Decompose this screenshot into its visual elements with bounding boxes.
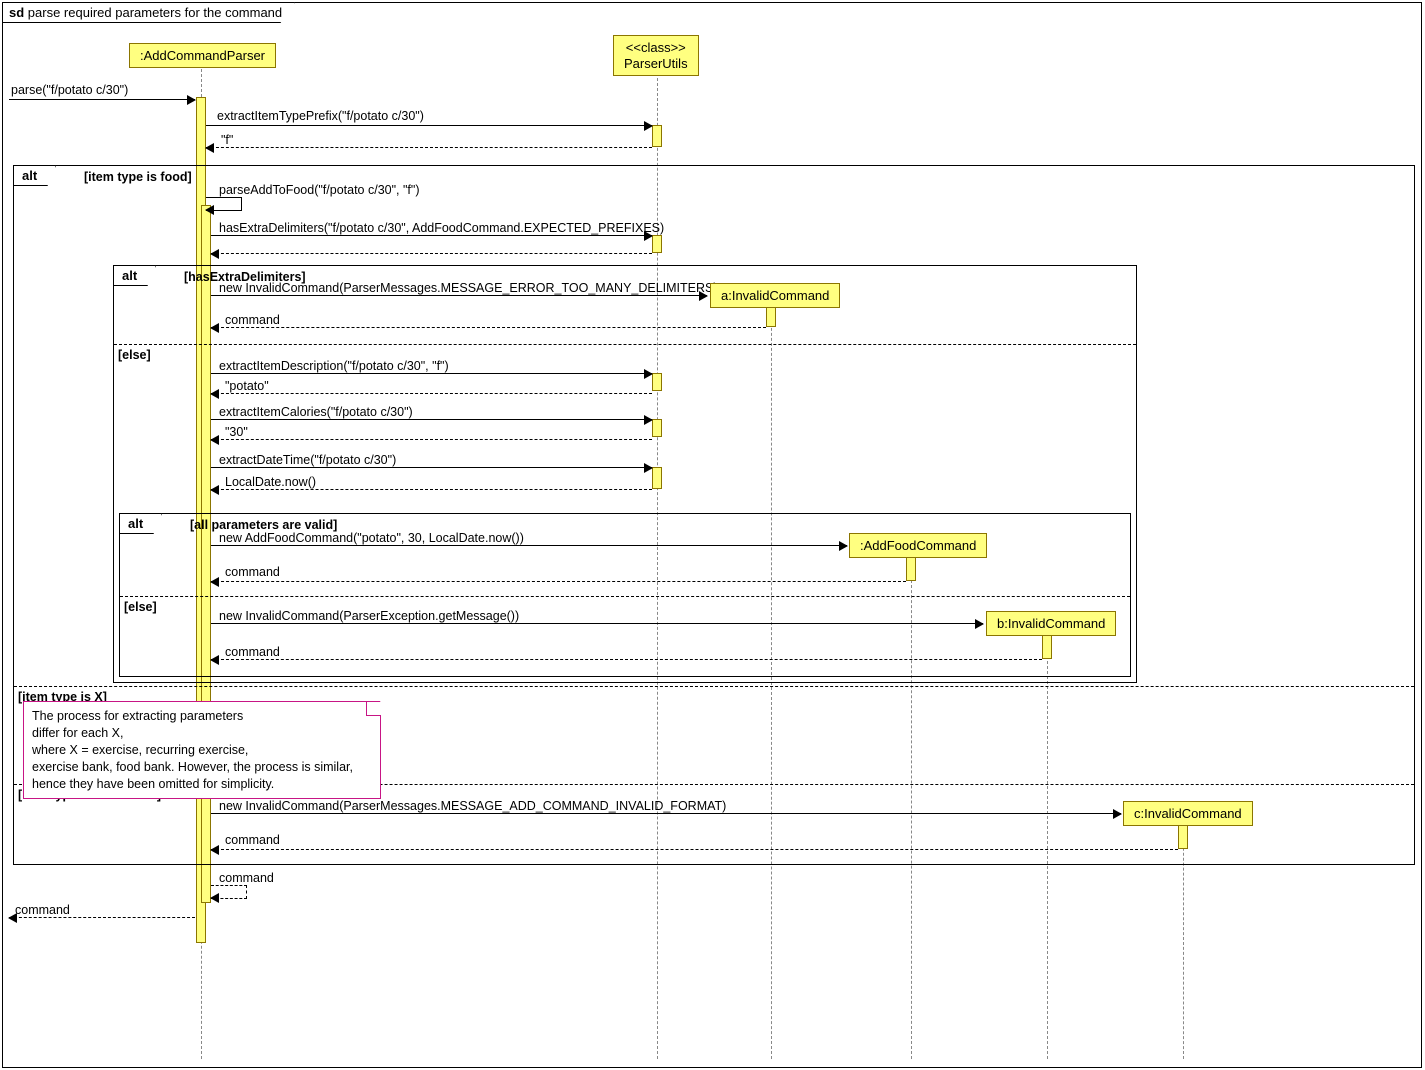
arrow-extract-prefix	[206, 125, 652, 126]
lifeline-add-command-parser: :AddCommandParser	[129, 43, 276, 68]
lifeline-dash-a	[771, 303, 772, 1059]
activation-utils-5	[652, 467, 662, 489]
activation-utils-1	[652, 125, 662, 147]
msg-extract-cal: extractItemCalories("f/potato c/30")	[219, 405, 413, 419]
msg-parse-add-food: parseAddToFood("f/potato c/30", "f")	[219, 183, 420, 197]
arrow-command-out	[9, 917, 195, 918]
msg-new-invalid-b: new InvalidCommand(ParserException.getMe…	[219, 609, 519, 623]
msg-command-c: command	[225, 833, 280, 847]
activation-utils-2	[652, 235, 662, 253]
msg-new-invalid-a: new InvalidCommand(ParserMessages.MESSAG…	[219, 281, 718, 295]
arrow-has-extra	[211, 235, 652, 236]
arrow-new-invalid-b	[211, 623, 983, 624]
msg-command-a: command	[225, 313, 280, 327]
lifeline-dash-c	[1183, 823, 1184, 1059]
arrow-parse	[9, 99, 195, 100]
arrow-command-c	[211, 849, 1178, 850]
alt-sep-outer-1	[14, 686, 1414, 687]
guard-else-2: [else]	[124, 600, 157, 614]
frame-title: parse required parameters for the comman…	[28, 5, 282, 20]
arrow-new-afc	[211, 545, 847, 546]
lifeline-add-food-command: :AddFoodCommand	[849, 533, 987, 558]
arrow-command-a	[211, 327, 766, 328]
msg-has-extra: hasExtraDelimiters("f/potato c/30", AddF…	[219, 221, 664, 235]
msg-command-afc: command	[225, 565, 280, 579]
alt-label-params: alt	[119, 513, 162, 534]
lifeline-a-invalid: a:InvalidCommand	[710, 283, 840, 308]
arrow-30	[211, 439, 652, 440]
frame-label: sd parse required parameters for the com…	[2, 2, 295, 23]
msg-command-b: command	[225, 645, 280, 659]
msg-parse: parse("f/potato c/30")	[11, 83, 128, 97]
alt-label-outer: alt	[13, 165, 56, 186]
lifeline-c-invalid: c:InvalidCommand	[1123, 801, 1253, 826]
activation-afc	[906, 557, 916, 581]
activation-b	[1042, 635, 1052, 659]
activation-utils-3	[652, 373, 662, 391]
alt-sep-params	[120, 596, 1130, 597]
lifeline-dash-afc	[911, 555, 912, 1059]
self-call-parse-add-food	[206, 197, 242, 211]
activation-utils-4	[652, 419, 662, 437]
frame-keyword: sd	[9, 5, 24, 20]
arrow-new-invalid-a	[211, 295, 707, 296]
msg-extract-prefix: extractItemTypePrefix("f/potato c/30")	[217, 109, 424, 123]
msg-command-out: command	[15, 903, 70, 917]
arrow-command-b	[211, 659, 1042, 660]
arrow-potato	[211, 393, 652, 394]
arrow-has-extra-ret	[211, 253, 652, 254]
arrow-extract-cal	[211, 419, 652, 420]
arrow-new-invalid-c	[211, 813, 1121, 814]
activation-c	[1178, 825, 1188, 849]
alt-sep-inner-1	[114, 344, 1136, 345]
guard-item-food: [item type is food]	[84, 170, 192, 184]
msg-potato: "potato"	[225, 379, 269, 393]
msg-localdate: LocalDate.now()	[225, 475, 316, 489]
lifeline-parser-utils: <<class>> ParserUtils	[613, 35, 699, 76]
arrow-localdate	[211, 489, 652, 490]
guard-params-valid: [all parameters are valid]	[190, 518, 337, 532]
arrow-return-f	[206, 147, 652, 148]
msg-command-self: command	[219, 871, 274, 885]
self-return-command	[211, 885, 247, 899]
activation-a	[766, 307, 776, 327]
arrow-extract-dt	[211, 467, 652, 468]
lifeline-dash-b	[1047, 631, 1048, 1059]
msg-30: "30"	[225, 425, 248, 439]
diagram-note: The process for extracting parameters di…	[23, 701, 381, 799]
arrow-extract-desc	[211, 373, 652, 374]
sequence-diagram-frame: sd parse required parameters for the com…	[2, 2, 1422, 1068]
guard-else-1: [else]	[118, 348, 151, 362]
alt-label-inner: alt	[113, 265, 156, 286]
lifeline-b-invalid: b:InvalidCommand	[986, 611, 1116, 636]
msg-extract-dt: extractDateTime("f/potato c/30")	[219, 453, 396, 467]
msg-new-afc: new AddFoodCommand("potato", 30, LocalDa…	[219, 531, 524, 545]
msg-extract-desc: extractItemDescription("f/potato c/30", …	[219, 359, 449, 373]
msg-new-invalid-c: new InvalidCommand(ParserMessages.MESSAG…	[219, 799, 726, 813]
msg-return-f: "f"	[221, 133, 233, 147]
arrow-command-afc	[211, 581, 906, 582]
